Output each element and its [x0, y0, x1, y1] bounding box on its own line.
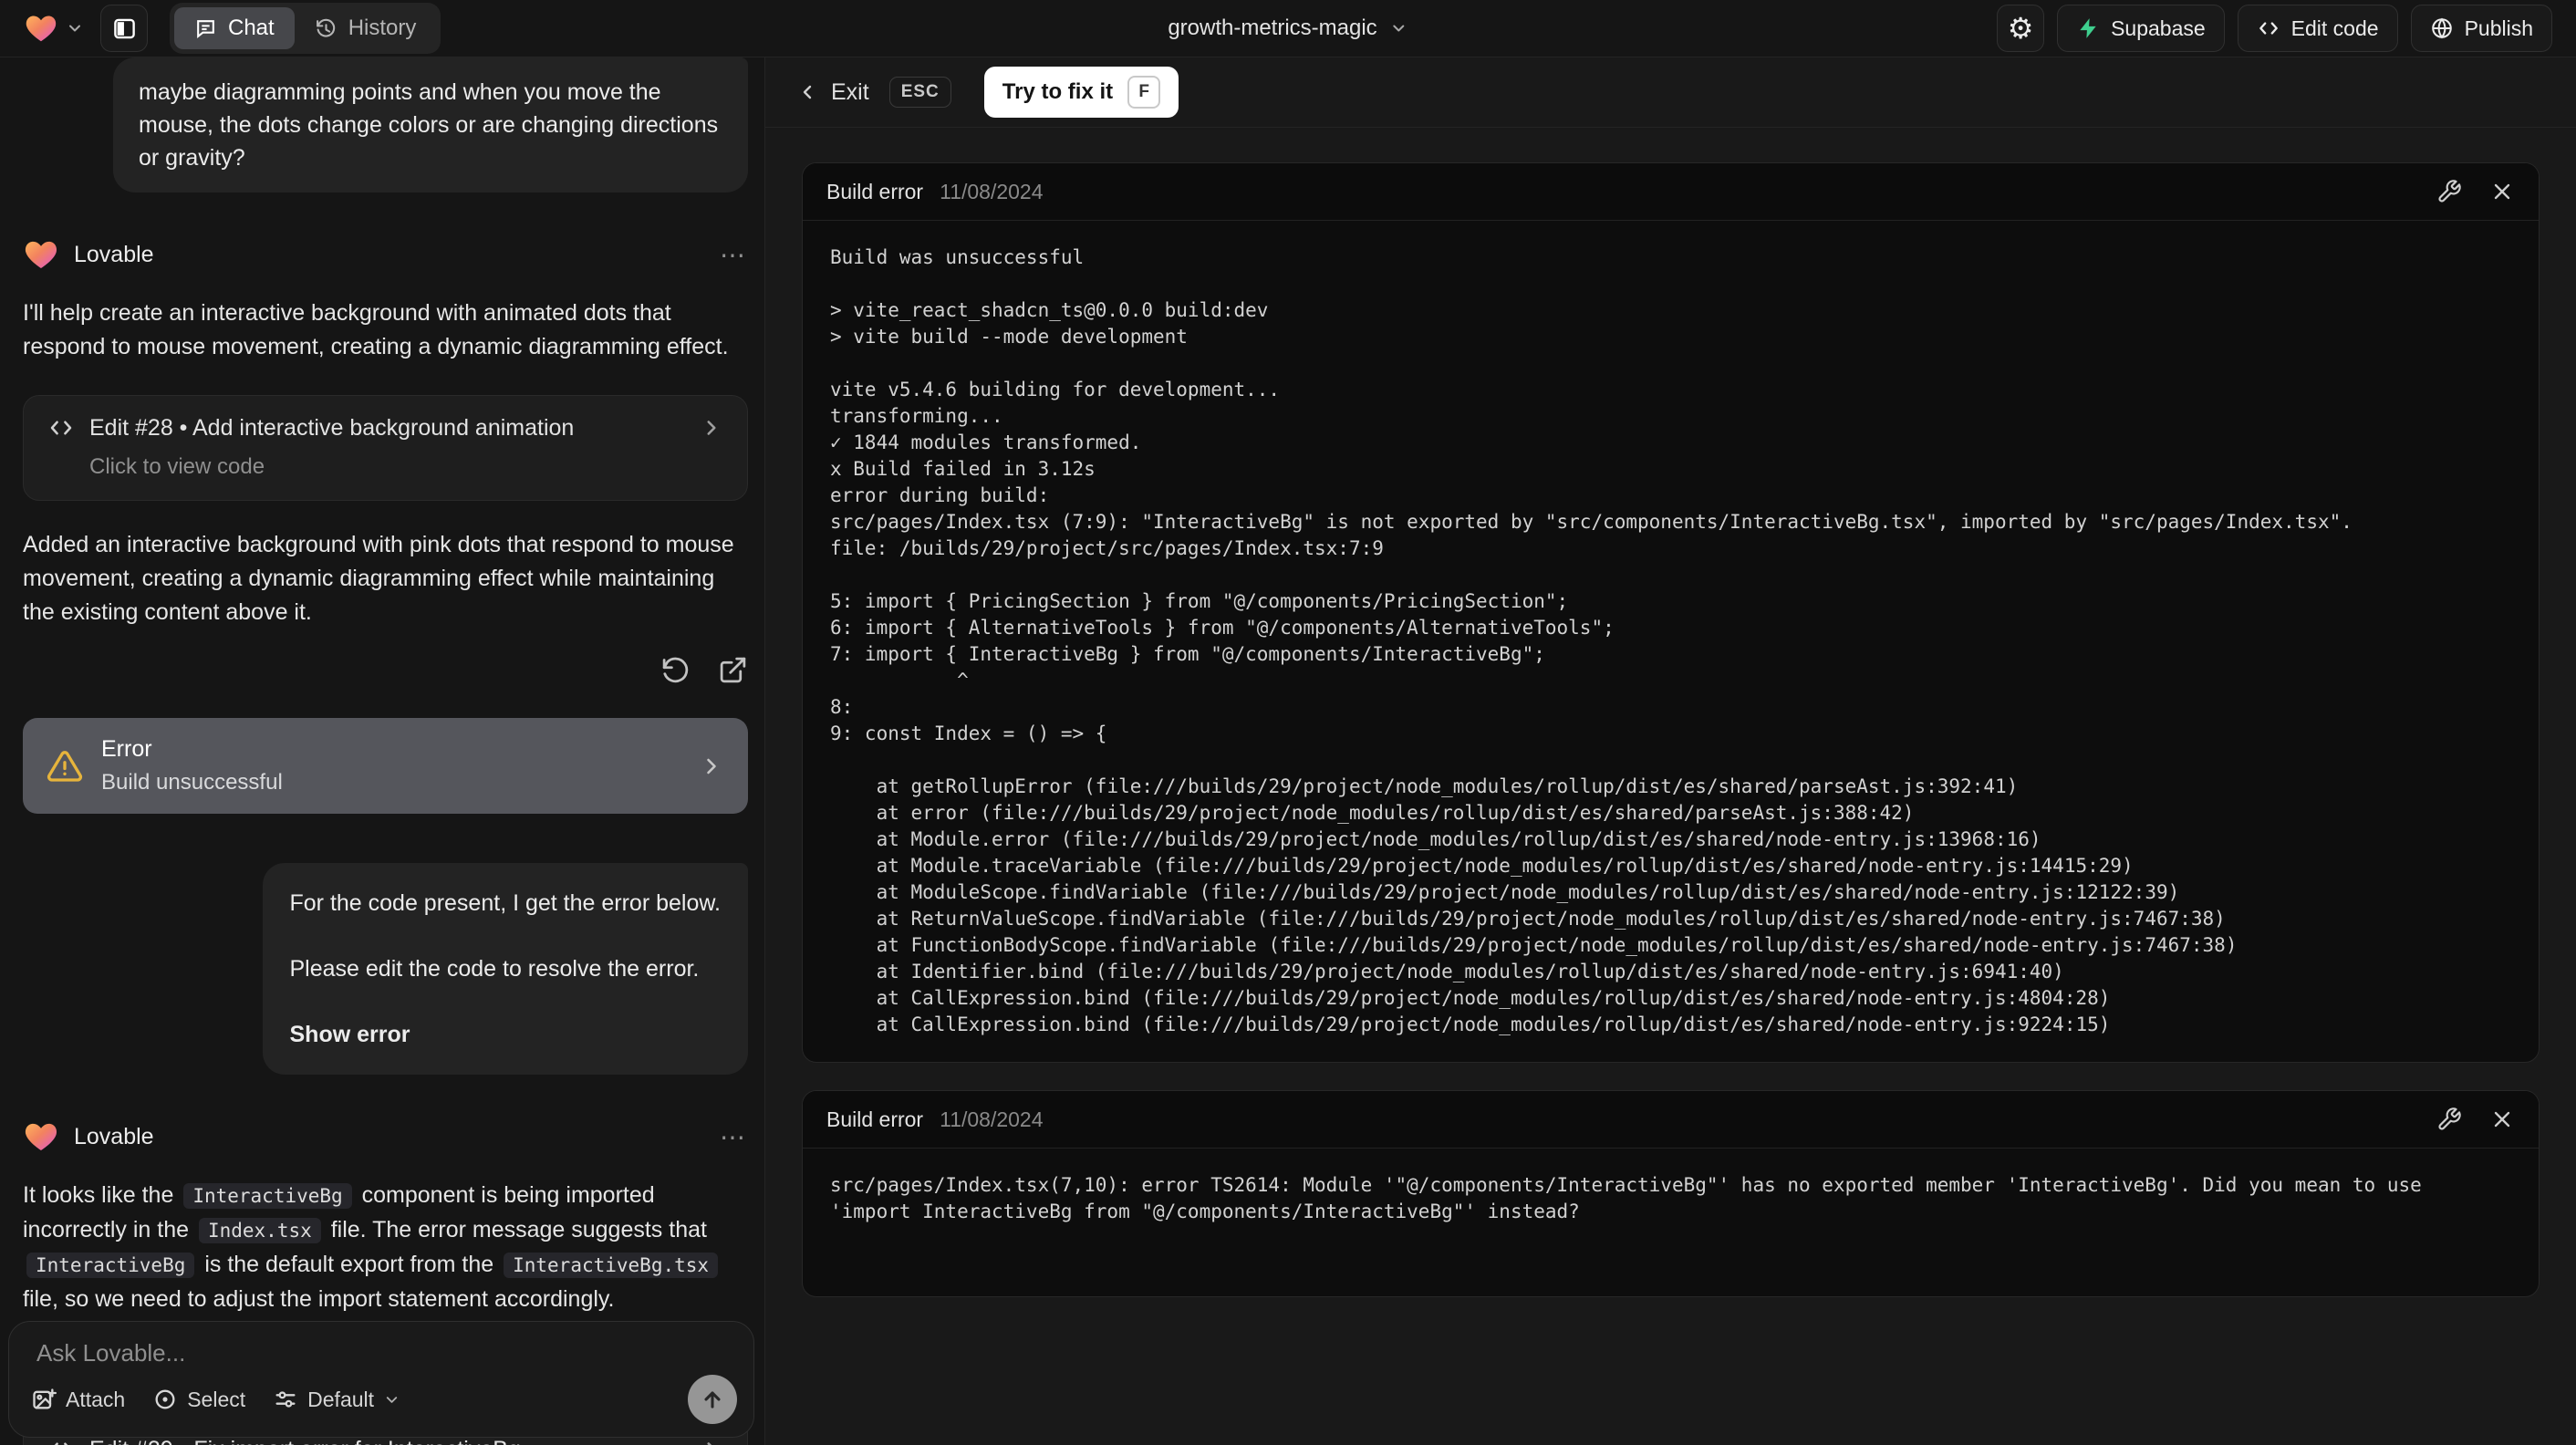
assistant-name: Lovable [74, 1123, 154, 1149]
chevron-right-icon [699, 754, 724, 779]
edit-card-28[interactable]: Edit #28 • Add interactive background an… [23, 395, 748, 501]
sidebar-toggle-button[interactable] [100, 5, 148, 52]
user-message: maybe diagramming points and when you mo… [113, 57, 748, 192]
wrench-fix-icon[interactable] [2436, 179, 2462, 204]
publish-label: Publish [2464, 16, 2533, 40]
edit-card-subtitle: Click to view code [89, 454, 265, 479]
user-message-line: For the code present, I get the error be… [289, 890, 722, 916]
arrow-up-icon [700, 1387, 725, 1412]
error-banner-subtitle: Build unsuccessful [101, 770, 283, 795]
show-error-link[interactable]: Show error [290, 1018, 722, 1051]
settings-button[interactable]: ⚙ [1997, 5, 2045, 52]
select-button[interactable]: Select [152, 1387, 245, 1412]
globe-icon [2430, 16, 2454, 40]
build-error-date: 11/08/2024 [940, 179, 1044, 203]
lovable-heart-icon [23, 1118, 59, 1155]
lovable-app: Chat History growth-metrics-magic ⚙ Supa… [0, 0, 2576, 1445]
build-error-log: src/pages/Index.tsx(7,10): error TS2614:… [830, 1174, 2434, 1222]
edit-code-label: Edit code [2290, 16, 2379, 40]
chevron-right-icon [700, 416, 723, 440]
edit-code-button[interactable]: Edit code [2237, 5, 2398, 52]
select-label: Select [187, 1387, 246, 1411]
target-select-icon [152, 1387, 178, 1412]
supabase-label: Supabase [2111, 16, 2206, 40]
assistant-text: I'll help create an interactive backgrou… [23, 300, 729, 359]
message-menu-button[interactable]: ⋯ [720, 240, 748, 270]
chat-panel: maybe diagramming points and when you mo… [0, 57, 764, 1445]
chevron-right-icon [700, 1438, 723, 1445]
project-name: growth-metrics-magic [1168, 16, 1377, 40]
supabase-button[interactable]: Supabase [2057, 5, 2225, 52]
f-key-badge: F [1127, 76, 1161, 109]
send-button[interactable] [688, 1375, 737, 1424]
message-actions [23, 655, 748, 685]
try-to-fix-label: Try to fix it [1002, 79, 1114, 104]
message-menu-button[interactable]: ⋯ [720, 1122, 748, 1152]
chat-bubble-icon [194, 17, 217, 40]
chevron-down-icon [383, 1391, 400, 1409]
image-attach-icon [31, 1387, 57, 1412]
user-message-line: Please edit the code to resolve the erro… [289, 956, 700, 982]
lovable-logo-menu[interactable] [24, 11, 84, 46]
panel-left-icon [112, 16, 137, 41]
top-bar: Chat History growth-metrics-magic ⚙ Supa… [0, 0, 2576, 57]
sliders-icon [273, 1387, 298, 1412]
assistant-text: Added an interactive background with pin… [23, 532, 734, 625]
build-error-log: Build was unsuccessful > vite_react_shad… [830, 246, 2353, 1035]
composer: Attach Select Default [8, 1321, 754, 1438]
build-error-card-header: Build error 11/08/2024 [803, 163, 2539, 221]
gear-icon: ⚙ [2007, 12, 2034, 45]
build-error-banner[interactable]: Error Build unsuccessful [23, 718, 748, 814]
assistant-header: Lovable ⋯ [23, 1118, 748, 1155]
mode-selector[interactable]: Default [273, 1387, 400, 1412]
build-error-title: Build error [826, 179, 924, 203]
lovable-heart-icon [24, 11, 58, 46]
tab-chat[interactable]: Chat [174, 7, 295, 49]
tab-chat-label: Chat [228, 16, 275, 40]
assistant-header: Lovable ⋯ [23, 236, 748, 273]
attach-label: Attach [66, 1387, 126, 1411]
project-switcher[interactable]: growth-metrics-magic [1168, 16, 1407, 41]
history-icon [315, 17, 338, 40]
assistant-rich-text: It looks like the InteractiveBg componen… [23, 1179, 748, 1316]
chevron-down-icon [1390, 19, 1408, 37]
chat-history-tabs: Chat History [170, 3, 441, 54]
build-error-title: Build error [826, 1107, 924, 1131]
close-icon[interactable] [2489, 1107, 2515, 1132]
overlay-body: Build error 11/08/2024 Build was unsucce… [765, 128, 2576, 1445]
warning-triangle-icon [47, 748, 83, 785]
supabase-bolt-icon [2076, 16, 2100, 40]
chat-input[interactable] [35, 1338, 728, 1368]
attach-button[interactable]: Attach [31, 1387, 125, 1412]
build-error-card: Build error 11/08/2024 src/pages/Index.t… [802, 1090, 2540, 1297]
tab-history-label: History [348, 16, 417, 40]
build-error-card-header: Build error 11/08/2024 [803, 1091, 2539, 1149]
code-brackets-icon [47, 414, 75, 442]
build-error-date: 11/08/2024 [940, 1107, 1044, 1131]
edit-card-title: Edit #28 • Add interactive background an… [89, 414, 575, 441]
code-brackets-icon [2257, 16, 2280, 40]
error-overlay: Exit ESC Try to fix it F Build error 11/… [764, 57, 2576, 1445]
wrench-fix-icon[interactable] [2436, 1107, 2462, 1132]
exit-button[interactable]: Exit [796, 79, 869, 106]
user-message: For the code present, I get the error be… [262, 863, 748, 1075]
overlay-header: Exit ESC Try to fix it F [765, 57, 2576, 128]
error-banner-title: Error [101, 736, 152, 762]
assistant-name: Lovable [74, 241, 154, 267]
exit-label: Exit [831, 78, 869, 105]
lovable-heart-icon [23, 236, 59, 273]
build-error-card: Build error 11/08/2024 Build was unsucce… [802, 162, 2540, 1063]
chevron-left-icon [796, 81, 818, 103]
open-external-icon[interactable] [718, 655, 748, 685]
chevron-down-icon [66, 19, 84, 37]
restore-icon[interactable] [660, 655, 691, 685]
mode-label: Default [307, 1387, 375, 1411]
esc-key-badge: ESC [888, 77, 951, 108]
tab-history[interactable]: History [295, 7, 437, 49]
try-to-fix-button[interactable]: Try to fix it F [983, 67, 1179, 118]
publish-button[interactable]: Publish [2410, 5, 2552, 52]
close-icon[interactable] [2489, 179, 2515, 204]
